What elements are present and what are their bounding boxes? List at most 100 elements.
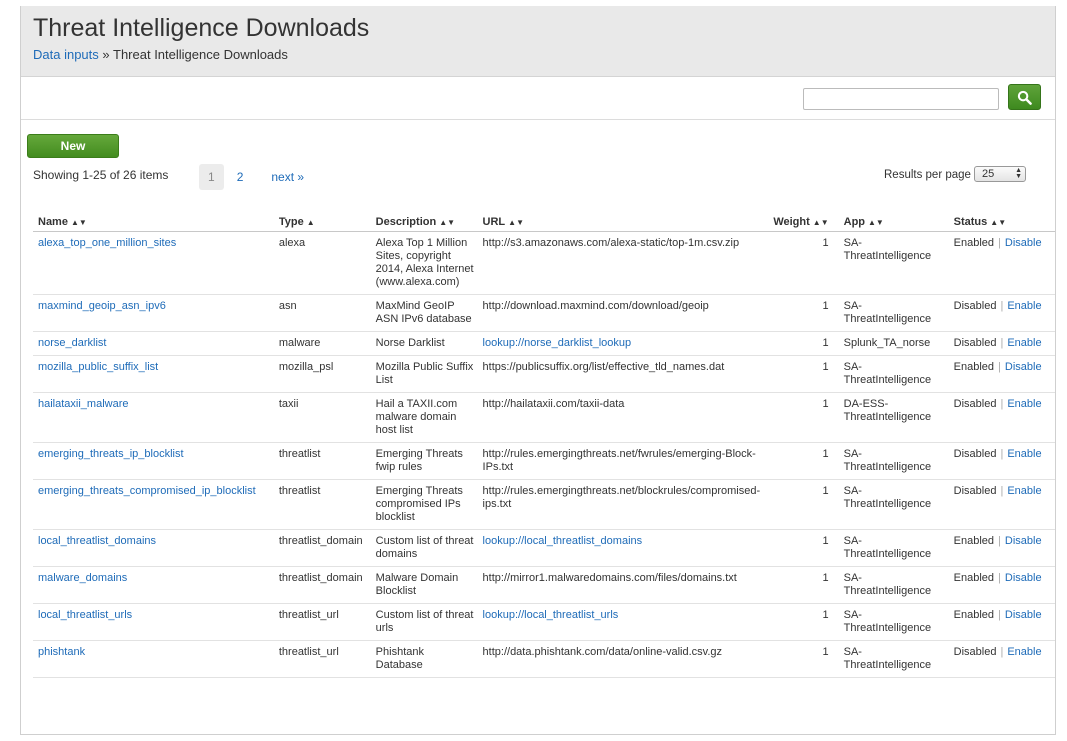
input-name-link[interactable]: phishtank — [38, 646, 85, 658]
status-text: Enabled — [953, 572, 995, 584]
cell-weight: 1 — [768, 479, 839, 530]
cell-status: Enabled | Disable — [948, 529, 1055, 567]
input-name-link[interactable]: emerging_threats_ip_blocklist — [38, 448, 184, 460]
sort-ascending-icon: ▲ — [306, 218, 315, 227]
cell-url: http://rules.emergingthreats.net/blockru… — [477, 479, 769, 530]
toggle-status-link[interactable]: Enable — [1007, 300, 1041, 312]
cell-name: emerging_threats_compromised_ip_blocklis… — [33, 479, 274, 530]
sort-icon: ▲▼ — [70, 218, 87, 227]
cell-status: Disabled | Enable — [948, 294, 1055, 332]
cell-app: SA-ThreatIntelligence — [838, 529, 949, 567]
url-text: http://rules.emergingthreats.net/fwrules… — [482, 448, 756, 473]
page-2-button[interactable]: 2 — [228, 164, 253, 190]
input-name-link[interactable]: local_threatlist_urls — [38, 609, 132, 621]
toggle-status-link[interactable]: Disable — [1005, 237, 1042, 249]
table-row: local_threatlist_urls threatlist_url Custo… — [33, 603, 1055, 641]
cell-description: Hail a TAXII.com malware domain host lis… — [370, 392, 478, 443]
cell-url: http://rules.emergingthreats.net/fwrules… — [477, 442, 769, 480]
toggle-status-link[interactable]: Enable — [1007, 337, 1041, 349]
column-header-name[interactable]: Name ▲▼ — [33, 214, 274, 232]
new-button[interactable]: New — [27, 134, 119, 158]
url-text: http://mirror1.malwaredomains.com/files/… — [482, 572, 737, 584]
toggle-status-link[interactable]: Disable — [1005, 535, 1042, 547]
breadcrumb-data-inputs-link[interactable]: Data inputs — [33, 47, 99, 62]
status-divider: | — [998, 237, 1001, 249]
status-text: Disabled — [953, 646, 997, 658]
cell-name: malware_domains — [33, 566, 274, 604]
cell-app: SA-ThreatIntelligence — [838, 355, 949, 393]
toggle-status-link[interactable]: Enable — [1007, 485, 1041, 497]
input-name-link[interactable]: malware_domains — [38, 572, 127, 584]
status-divider: | — [1000, 300, 1004, 312]
pagination: 1 2 next » — [199, 164, 317, 190]
cell-status: Disabled | Enable — [948, 640, 1055, 678]
breadcrumb-current: Threat Intelligence Downloads — [113, 47, 288, 62]
results-per-page-select[interactable]: 25 ▲ ▼ — [974, 166, 1026, 182]
column-header-app[interactable]: App ▲▼ — [838, 214, 949, 232]
cell-type: threatlist_url — [273, 603, 371, 641]
cell-url: lookup://local_threatlist_urls — [477, 603, 769, 641]
input-name-link[interactable]: hailataxii_malware — [38, 398, 129, 410]
cell-description: Mozilla Public Suffix List — [370, 355, 478, 393]
url-text: http://download.maxmind.com/download/geo… — [482, 300, 709, 312]
toggle-status-link[interactable]: Disable — [1005, 572, 1042, 584]
toggle-status-link[interactable]: Disable — [1005, 361, 1042, 373]
status-text: Disabled — [953, 485, 997, 497]
url-text: http://hailataxii.com/taxii-data — [482, 398, 625, 410]
page-header: Threat Intelligence Downloads Data input… — [21, 6, 1055, 77]
page-1-button[interactable]: 1 — [199, 164, 224, 190]
status-text: Disabled — [953, 398, 997, 410]
url-text: http://data.phishtank.com/data/online-va… — [482, 646, 723, 658]
url-link[interactable]: lookup://norse_darklist_lookup — [483, 337, 632, 349]
cell-type: mozilla_psl — [273, 355, 371, 393]
cell-status: Enabled | Disable — [948, 355, 1055, 393]
cell-name: hailataxii_malware — [33, 392, 274, 443]
cell-url: lookup://norse_darklist_lookup — [477, 331, 769, 356]
search-icon — [1017, 90, 1032, 105]
status-text: Enabled — [953, 535, 995, 547]
cell-description: Emerging Threats compromised IPs blockli… — [370, 479, 478, 530]
status-divider: | — [998, 361, 1001, 373]
table-row: maxmind_geoip_asn_ipv6 asn MaxMind GeoIP A… — [33, 294, 1055, 332]
input-name-link[interactable]: alexa_top_one_million_sites — [38, 237, 176, 249]
search-button[interactable] — [1008, 84, 1041, 110]
cell-status: Disabled | Enable — [948, 442, 1055, 480]
results-per-page-label: Results per page — [884, 169, 971, 181]
column-header-type[interactable]: Type ▲ — [273, 214, 371, 232]
cell-url: http://s3.amazonaws.com/alexa-static/top… — [477, 231, 769, 295]
cell-weight: 1 — [768, 294, 839, 332]
column-header-weight[interactable]: Weight ▲▼ — [768, 214, 839, 232]
next-page-link[interactable]: next » — [262, 164, 313, 190]
cell-type: threatlist — [273, 479, 371, 530]
url-link[interactable]: lookup://local_threatlist_urls — [483, 609, 619, 621]
input-name-link[interactable]: mozilla_public_suffix_list — [38, 361, 158, 373]
status-text: Disabled — [953, 300, 997, 312]
toggle-status-link[interactable]: Enable — [1007, 646, 1041, 658]
cell-name: phishtank — [33, 640, 274, 678]
page-title: Threat Intelligence Downloads — [33, 14, 370, 42]
input-name-link[interactable]: maxmind_geoip_asn_ipv6 — [38, 300, 166, 312]
toggle-status-link[interactable]: Enable — [1007, 398, 1041, 410]
input-name-link[interactable]: local_threatlist_domains — [38, 535, 156, 547]
cell-description: Malware Domain Blocklist — [370, 566, 478, 604]
column-header-status[interactable]: Status ▲▼ — [948, 214, 1055, 232]
breadcrumb: Data inputs » Threat Intelligence Downlo… — [33, 47, 288, 62]
cell-app: Splunk_TA_norse — [838, 331, 949, 356]
status-divider: | — [1000, 337, 1004, 349]
toggle-status-link[interactable]: Disable — [1005, 609, 1042, 621]
status-divider: | — [1000, 448, 1004, 460]
url-link[interactable]: lookup://local_threatlist_domains — [483, 535, 643, 547]
table-row: phishtank threatlist_url Phishtank Databas… — [33, 640, 1055, 678]
page-frame: Threat Intelligence Downloads Data input… — [20, 6, 1056, 735]
input-name-link[interactable]: emerging_threats_compromised_ip_blocklis… — [38, 485, 256, 497]
cell-status: Disabled | Enable — [948, 392, 1055, 443]
cell-description: Emerging Threats fwip rules — [370, 442, 478, 480]
search-input[interactable] — [803, 88, 999, 110]
column-header-description[interactable]: Description ▲▼ — [370, 214, 478, 232]
column-header-url[interactable]: URL ▲▼ — [477, 214, 769, 232]
input-name-link[interactable]: norse_darklist — [38, 337, 106, 349]
cell-description: MaxMind GeoIP ASN IPv6 database — [370, 294, 478, 332]
toggle-status-link[interactable]: Enable — [1007, 448, 1041, 460]
cell-url: https://publicsuffix.org/list/effective_… — [477, 355, 769, 393]
cell-type: threatlist_url — [273, 640, 371, 678]
